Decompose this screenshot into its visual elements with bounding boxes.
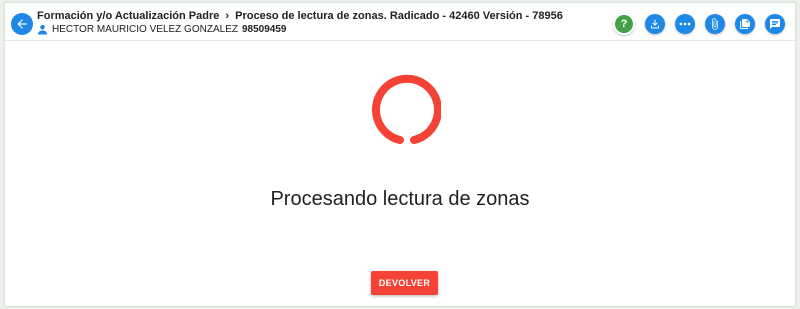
attach-button[interactable] <box>705 14 725 34</box>
person-icon <box>37 24 48 35</box>
breadcrumb-parent[interactable]: Formación y/o Actualización Padre <box>37 10 219 22</box>
more-button[interactable] <box>675 14 695 34</box>
arrow-left-icon <box>17 19 27 29</box>
download-button[interactable] <box>645 14 665 34</box>
user-id: 98509459 <box>241 24 287 35</box>
more-icon <box>679 22 691 26</box>
documents-button[interactable] <box>735 14 755 34</box>
user-name: HECTOR MAURICIO VELEZ GONZALEZ <box>52 24 238 35</box>
back-button[interactable] <box>11 13 33 35</box>
help-button[interactable]: ? <box>613 13 635 35</box>
user-info: HECTOR MAURICIO VELEZ GONZALEZ 98509459 <box>37 24 286 35</box>
loading-spinner-icon <box>372 74 441 144</box>
header-actions: ? <box>613 13 785 35</box>
panel-header: Formación y/o Actualización Padre › Proc… <box>5 3 795 41</box>
documents-icon <box>740 19 750 29</box>
help-icon: ? <box>620 18 628 30</box>
attach-icon <box>712 18 718 30</box>
process-panel: Formación y/o Actualización Padre › Proc… <box>4 2 796 307</box>
chevron-right-icon: › <box>225 10 230 22</box>
notes-icon <box>770 19 780 29</box>
notes-button[interactable] <box>765 14 785 34</box>
status-text: Procesando lectura de zonas <box>270 188 530 210</box>
download-icon <box>651 19 659 29</box>
breadcrumb-current: Proceso de lectura de zonas. Radicado - … <box>235 10 563 22</box>
breadcrumb: Formación y/o Actualización Padre › Proc… <box>37 10 563 22</box>
return-button[interactable]: DEVOLVER <box>371 271 438 295</box>
